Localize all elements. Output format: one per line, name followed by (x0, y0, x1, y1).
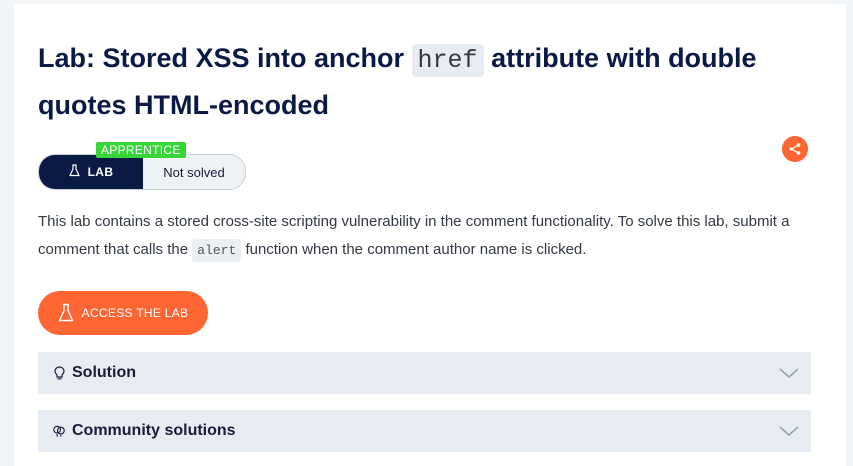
description-code-alert: alert (192, 239, 242, 262)
lab-label: LAB (39, 155, 143, 189)
description-text-end: function when the comment author name is… (245, 241, 587, 258)
community-solutions-accordion[interactable]: Community solutions (38, 410, 811, 452)
title-text-start: Lab: Stored XSS into anchor (38, 43, 405, 73)
chevron-down-icon (779, 368, 799, 379)
page-title: Lab: Stored XSS into anchor href attribu… (38, 36, 828, 128)
lightbulb-icon (52, 365, 66, 381)
solution-label: Solution (72, 364, 136, 381)
solution-accordion[interactable]: Solution (38, 352, 811, 394)
apprentice-badge: APPRENTICE (96, 142, 186, 158)
community-solutions-label: Community solutions (72, 422, 236, 439)
community-icon (52, 423, 66, 439)
lab-card: Lab: Stored XSS into anchor href attribu… (14, 4, 846, 466)
flask-icon (68, 164, 80, 180)
title-code-href: href (411, 44, 484, 77)
lab-status-pill: LAB Not solved (38, 154, 246, 190)
flask-icon (58, 303, 73, 322)
status-text: Not solved (163, 164, 225, 180)
access-lab-label: ACCESS THE LAB (81, 306, 189, 320)
lab-label-text: LAB (87, 165, 114, 179)
lab-description: This lab contains a stored cross-site sc… (38, 208, 828, 265)
share-icon (789, 143, 801, 155)
share-button[interactable] (782, 136, 808, 162)
access-lab-button[interactable]: ACCESS THE LAB (38, 291, 208, 335)
chevron-down-icon (779, 426, 799, 437)
